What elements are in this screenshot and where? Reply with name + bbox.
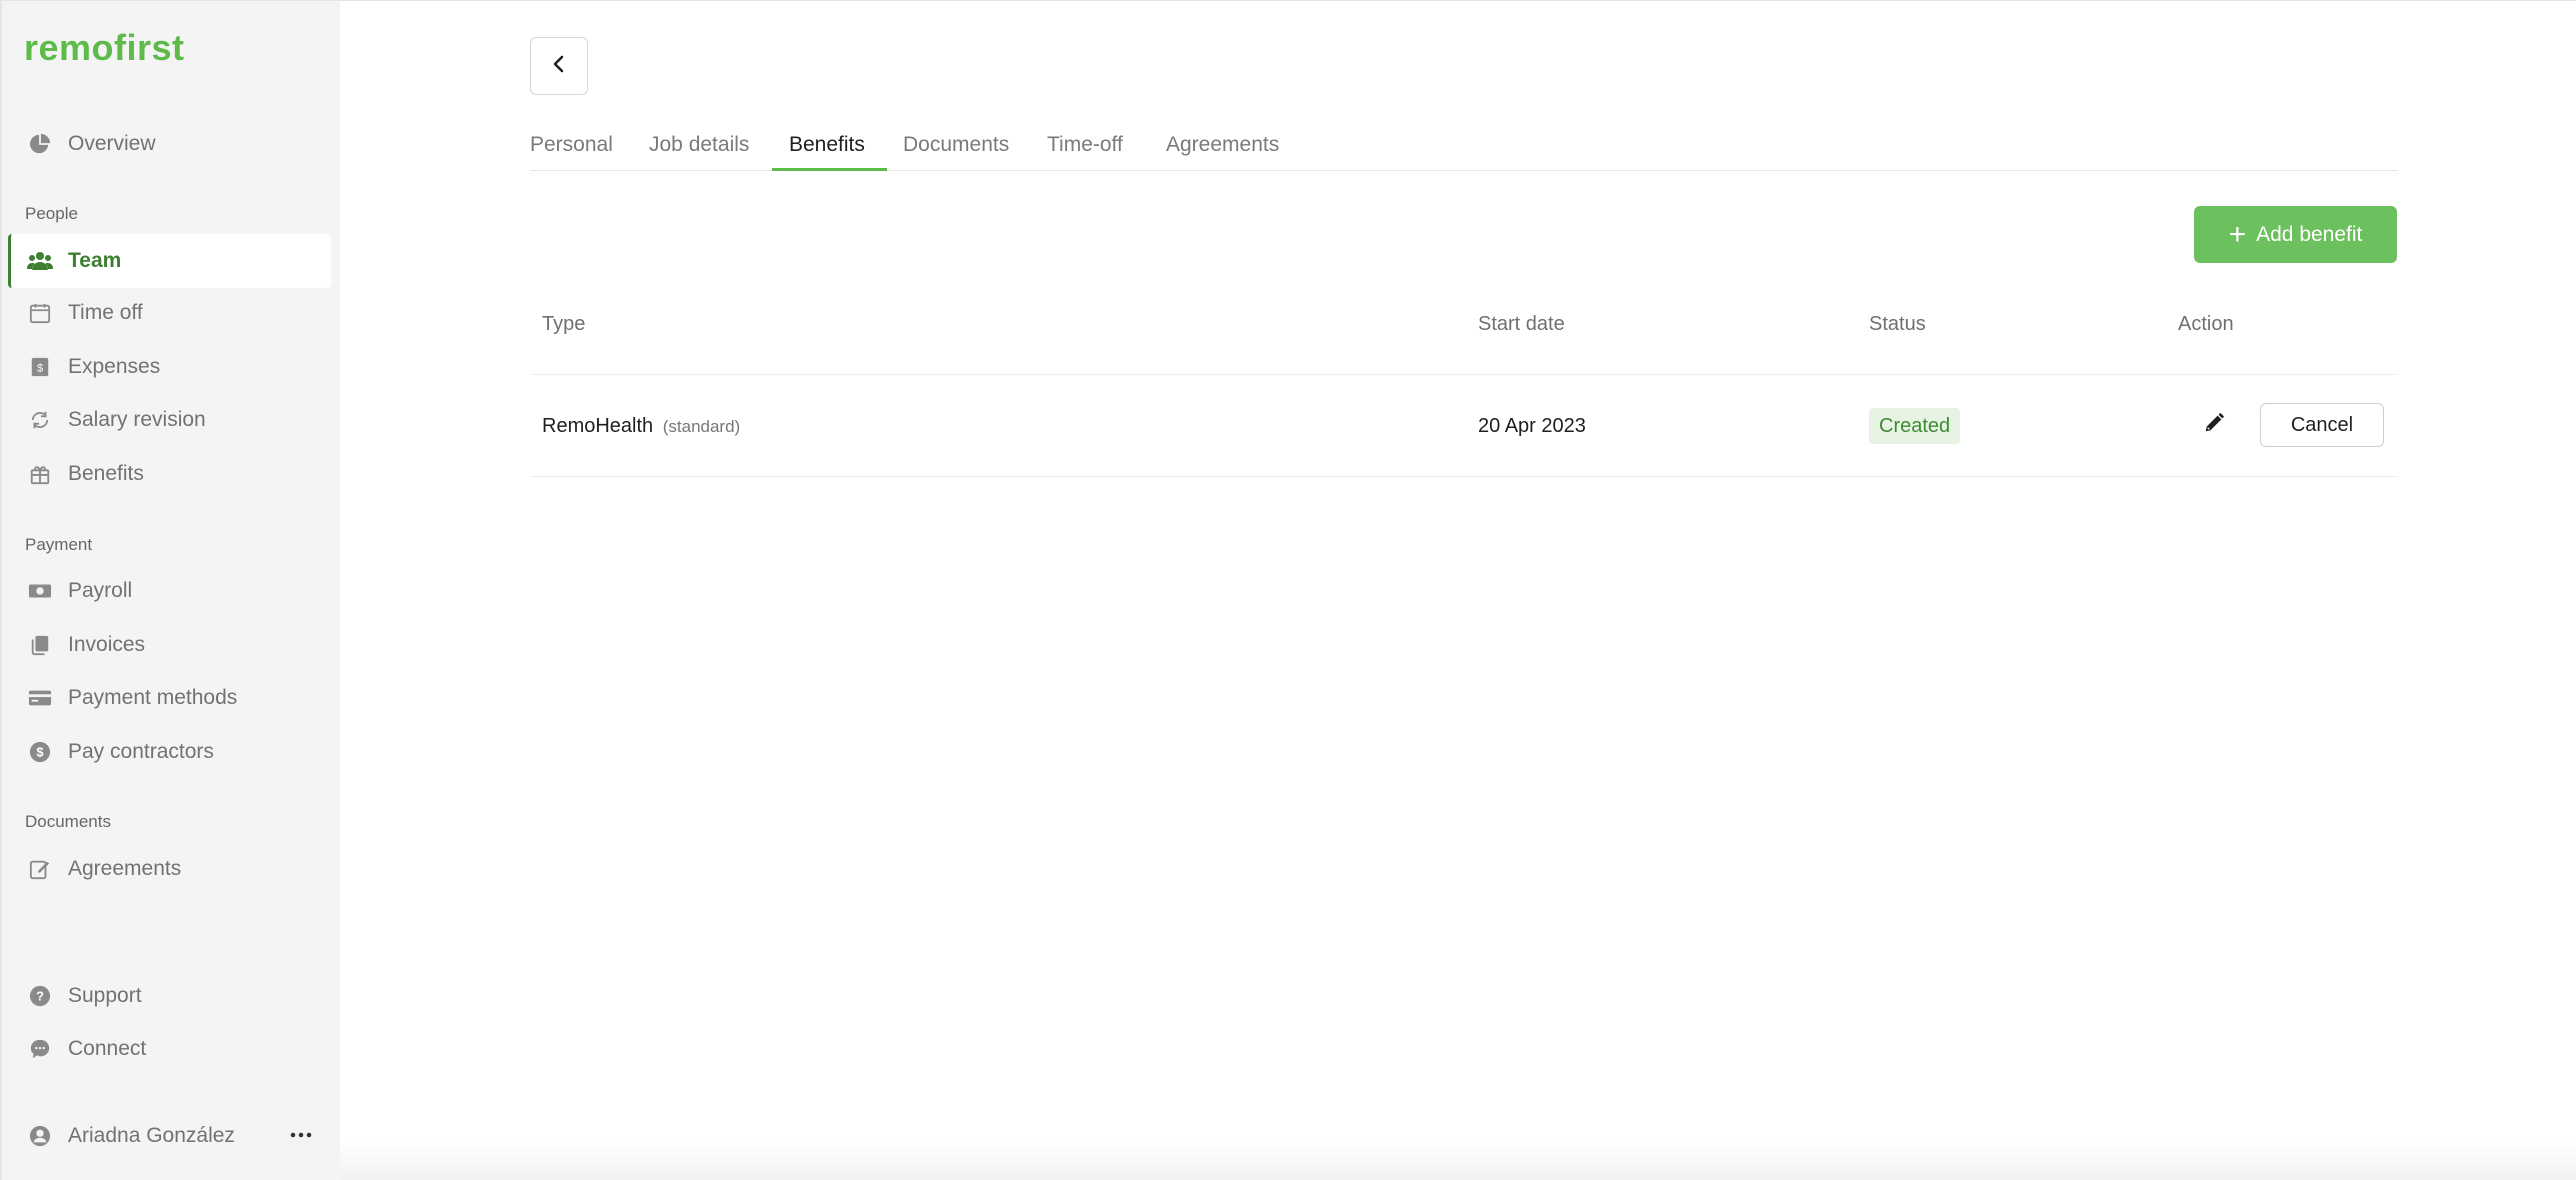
sidebar-item-agreements[interactable]: Agreements <box>8 842 331 896</box>
tab-bar: Personal Job details Benefits Documents … <box>530 121 2398 171</box>
sidebar-item-label: Overview <box>68 132 156 155</box>
status-badge: Created <box>1869 408 1961 444</box>
benefit-type-cell: RemoHealth (standard) <box>542 415 740 438</box>
sidebar-item-label: Salary revision <box>68 408 206 431</box>
column-header-action: Action <box>2178 313 2234 335</box>
user-name: Ariadna González <box>68 1124 235 1147</box>
tab-agreements[interactable]: Agreements <box>1166 133 1279 171</box>
cancel-benefit-button[interactable]: Cancel <box>2260 403 2384 447</box>
table-row: RemoHealth (standard) 20 Apr 2023 Create… <box>530 375 2398 477</box>
active-tab-indicator <box>772 168 887 171</box>
gift-icon <box>26 460 54 488</box>
add-benefit-button[interactable]: + Add benefit <box>2194 206 2397 263</box>
sidebar-item-overview[interactable]: Overview <box>8 117 331 171</box>
pie-chart-icon <box>26 130 54 158</box>
section-label-people: People <box>25 204 78 223</box>
sidebar-item-benefits[interactable]: Benefits <box>8 447 331 501</box>
sidebar-item-payment-methods[interactable]: Payment methods <box>8 671 331 725</box>
more-options-icon[interactable] <box>287 1123 315 1147</box>
sidebar-item-label: Payment methods <box>68 686 238 709</box>
pencil-icon <box>2203 412 2225 439</box>
sidebar-item-payroll[interactable]: Payroll <box>8 564 331 618</box>
tab-benefits[interactable]: Benefits <box>789 133 865 171</box>
user-circle-icon <box>26 1122 54 1150</box>
tab-documents[interactable]: Documents <box>903 133 1009 171</box>
refresh-icon <box>26 406 54 434</box>
sidebar-item-expenses[interactable]: $ Expenses <box>8 340 331 394</box>
user-profile[interactable]: Ariadna González <box>8 1109 331 1163</box>
sidebar-item-label: Expenses <box>68 355 161 378</box>
sidebar-item-label: Agreements <box>68 857 182 880</box>
sidebar-item-label: Team <box>68 249 122 272</box>
edit-document-icon <box>26 855 54 883</box>
svg-text:$: $ <box>37 363 43 375</box>
plus-icon: + <box>2228 217 2247 251</box>
column-header-start-date: Start date <box>1478 313 1565 335</box>
dollar-circle-icon: $ <box>26 738 54 766</box>
sidebar-item-label: Payroll <box>68 579 133 602</box>
bottom-shade <box>340 1141 2576 1180</box>
sidebar-item-label: Invoices <box>68 633 146 656</box>
sidebar-item-label: Connect <box>68 1037 147 1060</box>
sidebar-item-team[interactable]: Team <box>8 234 331 288</box>
chat-icon <box>26 1035 54 1063</box>
sidebar-item-label: Pay contractors <box>68 740 214 763</box>
sidebar-item-label: Support <box>68 984 142 1007</box>
money-icon <box>26 577 54 605</box>
start-date-cell: 20 Apr 2023 <box>1478 415 1586 437</box>
sidebar-item-label: Time off <box>68 301 143 324</box>
section-label-payment: Payment <box>25 535 93 554</box>
benefit-type: RemoHealth <box>542 415 654 437</box>
tab-time-off[interactable]: Time-off <box>1047 133 1123 171</box>
sidebar: remofirst Overview People Team Time off … <box>0 1 340 1180</box>
svg-text:$: $ <box>36 745 43 760</box>
sidebar-item-pay-contractors[interactable]: $ Pay contractors <box>8 725 331 779</box>
add-benefit-label: Add benefit <box>2256 222 2363 246</box>
sidebar-item-label: Benefits <box>68 462 144 485</box>
section-label-documents: Documents <box>25 812 111 831</box>
tab-job-details[interactable]: Job details <box>649 133 749 171</box>
team-icon <box>26 247 54 275</box>
receipt-icon: $ <box>26 353 54 381</box>
tab-personal[interactable]: Personal <box>530 133 613 171</box>
table-header: Type Start date Status Action <box>530 301 2398 375</box>
credit-card-icon <box>26 684 54 712</box>
help-circle-icon: ? <box>26 982 54 1010</box>
sidebar-item-time-off[interactable]: Time off <box>8 286 331 340</box>
app-root: remofirst Overview People Team Time off … <box>0 0 2576 1180</box>
sidebar-item-invoices[interactable]: Invoices <box>8 618 331 672</box>
benefit-type-tag: (standard) <box>662 417 741 436</box>
column-header-type: Type <box>542 313 586 335</box>
back-button[interactable] <box>530 37 588 95</box>
calendar-icon <box>26 299 54 327</box>
column-header-status: Status <box>1869 313 1926 335</box>
logo: remofirst <box>24 27 185 68</box>
chevron-left-icon <box>552 54 566 79</box>
file-copy-icon <box>26 631 54 659</box>
svg-text:?: ? <box>36 989 44 1004</box>
edit-button[interactable] <box>2192 403 2236 447</box>
sidebar-item-connect[interactable]: Connect <box>8 1022 331 1076</box>
sidebar-item-salary-revision[interactable]: Salary revision <box>8 393 331 447</box>
sidebar-item-support[interactable]: ? Support <box>8 969 331 1023</box>
